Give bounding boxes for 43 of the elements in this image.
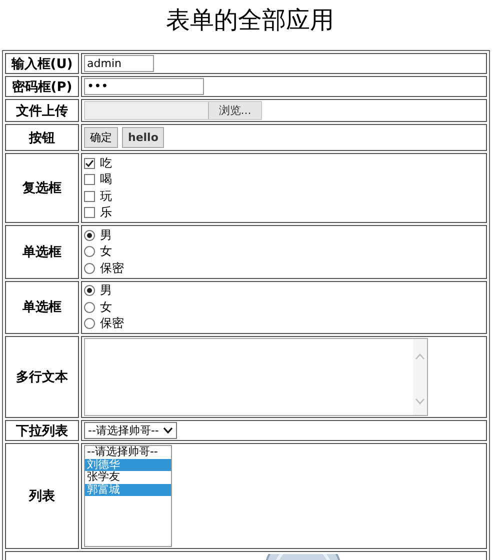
radio-label: 保密 bbox=[100, 315, 124, 332]
radio-button[interactable] bbox=[84, 262, 95, 274]
caret-icon bbox=[162, 427, 173, 434]
checkbox[interactable] bbox=[84, 158, 95, 169]
radio-label: 女 bbox=[100, 298, 112, 316]
textarea-field[interactable] bbox=[84, 338, 428, 416]
form-button[interactable]: 确定 bbox=[84, 127, 118, 148]
row-label: 按钮 bbox=[5, 124, 79, 151]
checkbox[interactable] bbox=[84, 174, 95, 186]
radio-label: 女 bbox=[100, 243, 112, 260]
row-label: 多行文本 bbox=[5, 336, 79, 418]
form-button[interactable]: hello bbox=[122, 127, 164, 148]
dropdown-select[interactable]: --请选择帅哥-- bbox=[84, 422, 177, 439]
row-label: 密码框(P) bbox=[5, 76, 79, 97]
radio-button[interactable] bbox=[84, 302, 95, 313]
radio-label: 保密 bbox=[100, 260, 124, 277]
radio-button[interactable] bbox=[84, 285, 95, 296]
checkbox[interactable] bbox=[84, 207, 95, 218]
radio-button[interactable] bbox=[84, 230, 95, 241]
checkbox-label: 吃 bbox=[100, 154, 112, 172]
checkbox-label: 乐 bbox=[100, 204, 112, 222]
radio-button[interactable] bbox=[84, 318, 95, 330]
listbox-option[interactable]: 张学友 bbox=[85, 471, 171, 484]
password-field[interactable]: ••• bbox=[84, 78, 204, 95]
listbox[interactable]: --请选择帅哥-- 刘德华 张学友 郭富城 bbox=[84, 445, 172, 547]
row-label: 单选框 bbox=[5, 225, 79, 278]
radio-label: 男 bbox=[100, 226, 112, 244]
checkbox-label: 玩 bbox=[100, 188, 112, 205]
row-label: 列表 bbox=[5, 443, 79, 549]
file-upload-field[interactable]: 浏览... bbox=[84, 101, 262, 120]
checkbox[interactable] bbox=[84, 190, 95, 202]
radio-label: 男 bbox=[100, 282, 112, 300]
row-label: 复选框 bbox=[5, 153, 79, 223]
row-label: 单选框 bbox=[5, 280, 79, 334]
checkbox-label: 喝 bbox=[100, 171, 112, 188]
text-input-field[interactable]: admin bbox=[84, 55, 154, 72]
browse-button[interactable]: 浏览... bbox=[208, 102, 261, 119]
listbox-option[interactable]: --请选择帅哥-- bbox=[85, 446, 171, 458]
radio-button[interactable] bbox=[84, 246, 95, 258]
row-label: 文件上传 bbox=[5, 99, 79, 122]
row-label: 输入框(U) bbox=[5, 53, 79, 74]
row-label: 下拉列表 bbox=[5, 420, 79, 441]
page-title: 表单的全部应用 bbox=[165, 5, 335, 36]
